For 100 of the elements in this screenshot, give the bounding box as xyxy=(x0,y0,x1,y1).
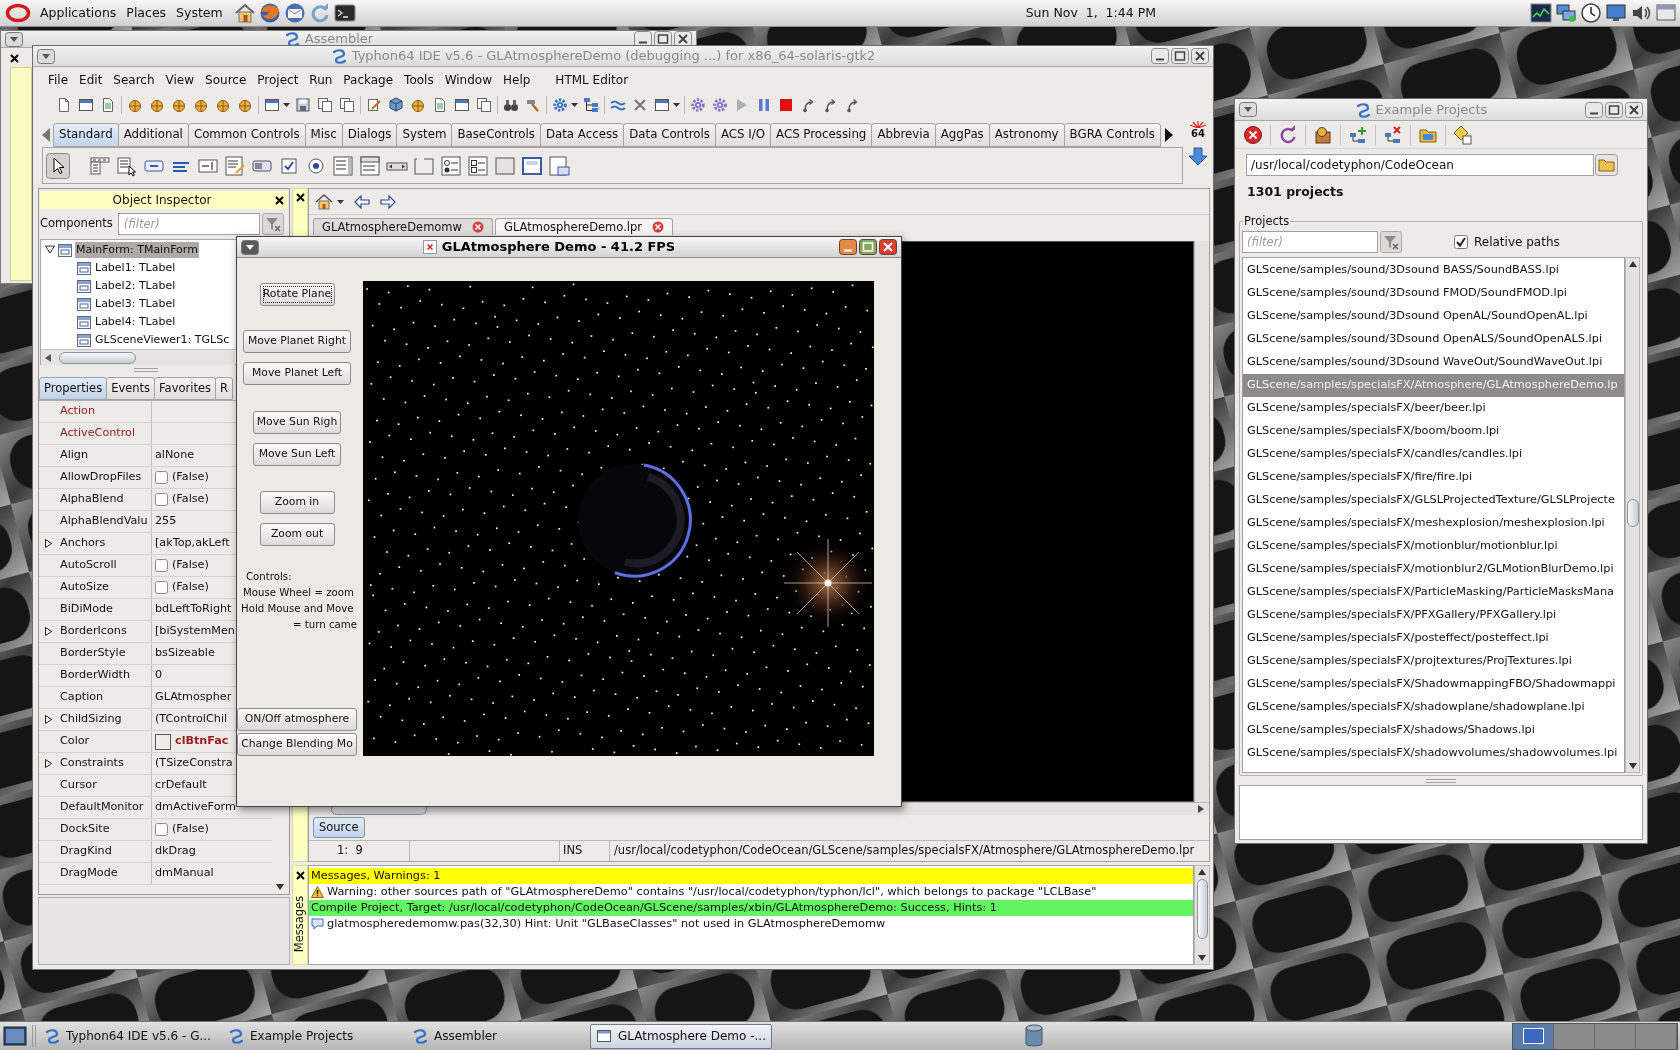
scroll-down-icon[interactable] xyxy=(276,884,284,890)
tree-item[interactable]: MainForm: TMainForm xyxy=(75,241,199,259)
scrollbar-thumb[interactable] xyxy=(59,351,136,364)
checkbox[interactable] xyxy=(155,471,168,484)
panel-menu[interactable]: System xyxy=(171,1,228,25)
window-menu-icon[interactable] xyxy=(5,31,23,47)
ball-icon[interactable] xyxy=(127,97,143,113)
menu-item[interactable]: Package xyxy=(338,69,399,90)
gear-icon[interactable] xyxy=(712,97,728,113)
list-item[interactable]: GLScene/samples/sound/3Dsound OpenALS/SoundOpenALS.lpi xyxy=(1243,328,1624,351)
list-item[interactable]: GLScene/samples/sound/3Dsound BASS/SoundBASS.lpi xyxy=(1243,259,1624,282)
scroll-left-icon[interactable] xyxy=(45,353,51,362)
close-icon[interactable] xyxy=(1191,48,1209,64)
list-item[interactable]: GLScene/samples/sound/3Dsound OpenAL/SoundOpenAL.lpi xyxy=(1243,305,1624,328)
list-item[interactable]: GLScene/samples/specialsFX/boom/boom.lpi xyxy=(1243,420,1624,443)
tree-item[interactable]: GLSceneViewer1: TGLSc xyxy=(94,331,231,349)
expand-arrow-icon[interactable] xyxy=(44,627,53,636)
menu-item[interactable]: Tools xyxy=(399,69,439,90)
window-icon[interactable] xyxy=(654,97,670,113)
inspector-tab[interactable]: R xyxy=(215,377,233,400)
frame-icon[interactable] xyxy=(521,154,543,177)
list-item[interactable]: GLScene/samples/specialsFX/GLSLProjectedTexture/GLSLProjecte xyxy=(1243,489,1624,512)
close-icon[interactable] xyxy=(295,193,305,202)
filter-field[interactable]: (filter) xyxy=(1242,231,1378,253)
main-menu-icon[interactable] xyxy=(89,154,111,177)
list-item[interactable]: GLScene/samples/specialsFX/ShadowmappingFBO/Shadowmappi xyxy=(1243,673,1624,696)
tree-item[interactable]: Label4: TLabel xyxy=(94,313,177,331)
scrollbar-thumb[interactable] xyxy=(1196,879,1208,939)
caret-icon[interactable] xyxy=(571,103,578,107)
check-group-icon[interactable] xyxy=(467,154,489,177)
taskbar-button[interactable]: Example Projects xyxy=(222,1023,404,1049)
panel-menu[interactable]: Applications xyxy=(35,1,122,25)
hammer-icon[interactable] xyxy=(525,97,541,113)
expand-arrow-icon[interactable] xyxy=(44,539,53,548)
scroll-up-icon[interactable] xyxy=(1198,869,1206,875)
wave-icon[interactable] xyxy=(610,97,626,113)
list-item[interactable]: GLScene/samples/specialsFX/meshexplosion/meshexplosion.lpi xyxy=(1243,512,1624,535)
cross-icon[interactable] xyxy=(632,97,648,113)
palette-tab[interactable]: BaseControls xyxy=(451,123,541,147)
expand-arrow-icon[interactable] xyxy=(44,245,55,255)
window-icon[interactable] xyxy=(264,97,280,113)
menu-item[interactable]: Help xyxy=(498,69,536,90)
binoculars-icon[interactable] xyxy=(503,97,519,113)
clock-icon[interactable] xyxy=(1580,2,1602,24)
list-item[interactable]: GLScene/samples/specialsFX/candles/candles.lpi xyxy=(1243,443,1624,466)
scroll-down-icon[interactable] xyxy=(1628,763,1637,769)
push-button[interactable]: Move Planet Left xyxy=(243,362,351,385)
list-item[interactable]: GLScene/samples/sound/3Dsound WaveOut/SoundWaveOut.lpi xyxy=(1243,351,1624,374)
path-field[interactable]: /usr/local/codetyphon/CodeOcean xyxy=(1246,154,1594,176)
palette-tab[interactable]: Data Access xyxy=(539,123,625,147)
palette-tab[interactable]: Additional xyxy=(117,123,189,147)
minimize-icon[interactable] xyxy=(1151,48,1169,64)
menu-item[interactable]: Source xyxy=(200,69,252,90)
checkbox[interactable] xyxy=(155,493,168,506)
checkbox[interactable] xyxy=(155,823,168,836)
checkbox-label[interactable]: Relative paths xyxy=(1474,233,1560,251)
filter-field[interactable]: (filter) xyxy=(117,213,260,235)
editor-tab[interactable]: GLAtmosphereDemomw xyxy=(313,218,493,235)
back-arrow-icon[interactable] xyxy=(354,193,370,210)
palette-tab[interactable]: AggPas xyxy=(934,123,990,147)
menu-item[interactable]: Window xyxy=(439,69,497,90)
scroll-up-icon[interactable] xyxy=(1628,261,1637,267)
palette-tab[interactable]: Dialogs xyxy=(341,123,398,147)
menu-item[interactable]: File xyxy=(43,69,74,90)
scrollbar[interactable] xyxy=(1194,241,1209,802)
list-item[interactable]: GLScene/samples/specialsFX/shadows/Shadows.lpi xyxy=(1243,719,1624,742)
inspector-tab[interactable]: Events xyxy=(106,377,156,400)
ball-icon[interactable] xyxy=(193,97,209,113)
scroll-down-icon[interactable] xyxy=(1198,955,1206,961)
tree-remove-icon[interactable] xyxy=(1383,124,1403,145)
menu-item[interactable]: Edit xyxy=(74,69,108,90)
clock[interactable]: Sun Nov 1, 1:44 PM xyxy=(1025,3,1156,23)
list-item[interactable]: GLScene/samples/specialsFX/shadowplane/shadowplane.lpi xyxy=(1243,696,1624,719)
palette-tab[interactable]: ACS Processing xyxy=(770,123,873,147)
gear-icon[interactable] xyxy=(552,97,568,113)
palette-tab[interactable]: Abbrevia xyxy=(871,123,936,147)
document-icon[interactable] xyxy=(100,97,116,113)
taskbar-button[interactable]: Assembler xyxy=(406,1023,588,1049)
list-item[interactable]: GLScene/samples/specialsFX/shadowvolumes/shadowvolumes.lpi xyxy=(1243,742,1624,765)
down-arrow-icon[interactable] xyxy=(1188,147,1208,166)
list-item[interactable]: GLScene/samples/specialsFX/PFXGallery/PFXGallery.lpi xyxy=(1243,604,1624,627)
minimize-icon[interactable] xyxy=(839,239,857,255)
curved-arrow-icon[interactable] xyxy=(844,97,860,113)
caret-icon[interactable] xyxy=(673,103,680,107)
menu-item[interactable]: Search xyxy=(108,69,160,90)
minimize-icon[interactable] xyxy=(1585,101,1603,118)
list-item[interactable]: GLScene/samples/specialsFX/motionblur2/GLMotionBlurDemo.lpi xyxy=(1243,558,1624,581)
memo-icon[interactable] xyxy=(224,154,246,177)
panel-menu[interactable]: Places xyxy=(121,1,172,25)
palette-tab[interactable]: Astronomy xyxy=(988,123,1065,147)
push-button[interactable]: Move Sun Left xyxy=(253,443,341,466)
palette-tab[interactable]: System xyxy=(396,123,453,147)
ball-icon[interactable] xyxy=(149,97,165,113)
caret-icon[interactable] xyxy=(283,103,290,107)
radio-group-icon[interactable] xyxy=(440,154,462,177)
push-button[interactable]: Zoom in xyxy=(259,491,335,514)
palette-tab[interactable]: BGRA Controls xyxy=(1063,123,1161,147)
scroll-left-icon[interactable] xyxy=(42,128,50,142)
workspace[interactable] xyxy=(1513,1023,1554,1049)
palette-tab[interactable]: ACS I/O xyxy=(714,123,772,147)
